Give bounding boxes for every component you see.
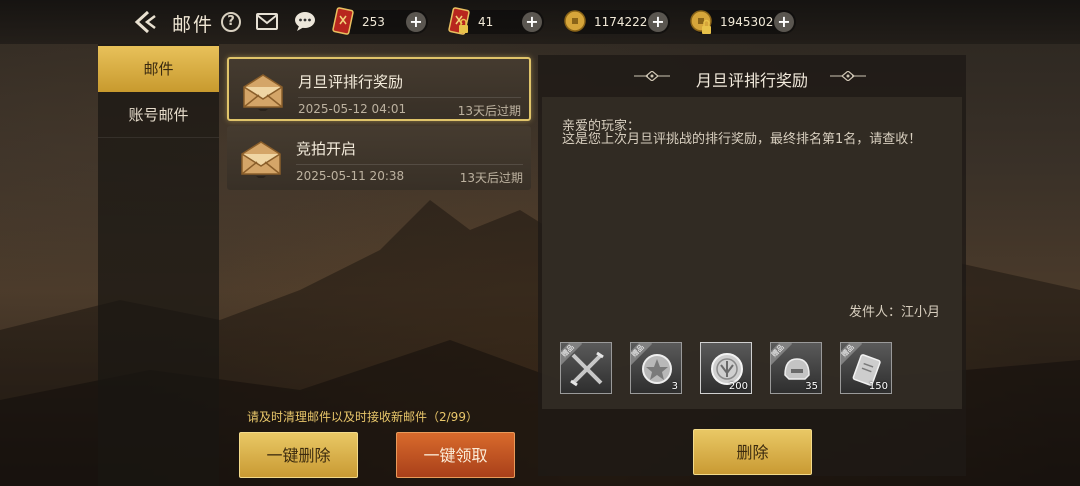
gold-coin-icon [564, 10, 586, 32]
mail-content: 这是您上次月旦评挑战的排行奖励，最终排名第1名，请查收！ [562, 132, 922, 147]
mail-body: 亲爱的玩家： 这是您上次月旦评挑战的排行奖励，最终排名第1名，请查收！ 发件人：… [542, 97, 962, 409]
locked-red-card-icon [448, 7, 470, 35]
mail-list-item[interactable]: 竞拍开启 2025-05-11 20:38 13天后过期 [227, 126, 531, 190]
silver-medal-icon [642, 354, 672, 384]
add-currency-button[interactable]: + [406, 12, 426, 32]
open-envelope-icon [243, 74, 283, 111]
attachment-item[interactable]: 200 [700, 342, 752, 394]
back-arrow-icon[interactable] [132, 9, 160, 35]
currency-value: 253 [362, 15, 385, 29]
mail-list-item[interactable]: 月旦评排行奖励 2025-05-12 04:01 13天后过期 [227, 57, 531, 121]
attachment-item[interactable]: 赠品 3 [630, 342, 682, 394]
mail-date: 2025-05-11 20:38 [296, 169, 405, 183]
top-bar: 邮件 ? 253 + 41 + 1174222 + 1945302 + [0, 0, 1080, 44]
open-envelope-icon [241, 141, 281, 178]
mail-envelope-icon[interactable] [256, 13, 278, 30]
add-currency-button[interactable]: + [648, 12, 668, 32]
attachment-item[interactable]: 赠品 35 [770, 342, 822, 394]
delete-all-button[interactable]: 一键删除 [239, 432, 358, 478]
attachment-quantity: 3 [671, 381, 678, 392]
delete-button[interactable]: 删除 [693, 429, 812, 475]
attachment-quantity: 150 [868, 381, 888, 392]
mail-expiry: 13天后过期 [457, 104, 521, 118]
crossed-weapons-icon [570, 351, 604, 387]
help-icon[interactable]: ? [221, 12, 241, 32]
currency-value: 41 [478, 15, 494, 29]
currency-locked-red-card: 41 + [448, 7, 544, 35]
tab-account-mail[interactable]: 账号邮件 [98, 92, 219, 138]
currency-red-card: 253 + [332, 7, 428, 35]
mail-title: 月旦评排行奖励 [298, 73, 404, 91]
locked-gold-coin-icon [690, 10, 712, 34]
add-currency-button[interactable]: + [522, 12, 542, 32]
currency-locked-gold-coin: 1945302 + [690, 10, 796, 34]
mail-sender: 发件人：江小月 [848, 305, 940, 320]
title-ornament-icon [830, 71, 866, 81]
mail-detail-panel: 月旦评排行奖励 亲爱的玩家： 这是您上次月旦评挑战的排行奖励，最终排名第1名，请… [538, 55, 966, 476]
attachment-item[interactable]: 赠品 150 [840, 342, 892, 394]
mail-divider [298, 97, 521, 98]
claim-all-button[interactable]: 一键领取 [396, 432, 515, 478]
chat-bubble-icon[interactable] [294, 11, 316, 31]
red-card-icon [332, 7, 354, 35]
mail-category-sidebar: 邮件 账号邮件 [98, 44, 219, 486]
mail-divider [296, 164, 523, 165]
currency-value: 1174222 [594, 15, 648, 29]
currency-gold-coin: 1174222 + [564, 10, 670, 34]
detail-title: 月旦评排行奖励 [695, 71, 808, 90]
mail-date: 2025-05-12 04:01 [298, 102, 407, 116]
mail-expiry: 13天后过期 [459, 171, 523, 185]
mailbox-capacity-notice: 请及时清理邮件以及时接收新邮件（2/99） [247, 410, 478, 424]
detail-header: 月旦评排行奖励 [538, 55, 966, 97]
page-title: 邮件 [172, 14, 215, 36]
attachment-quantity: 35 [805, 381, 818, 392]
add-currency-button[interactable]: + [774, 12, 794, 32]
currency-value: 1945302 [720, 15, 774, 29]
attachment-item[interactable]: 赠品 [560, 342, 612, 394]
mail-title: 竞拍开启 [296, 140, 357, 158]
attachment-quantity: 200 [728, 381, 748, 392]
tab-mail[interactable]: 邮件 [98, 46, 219, 92]
